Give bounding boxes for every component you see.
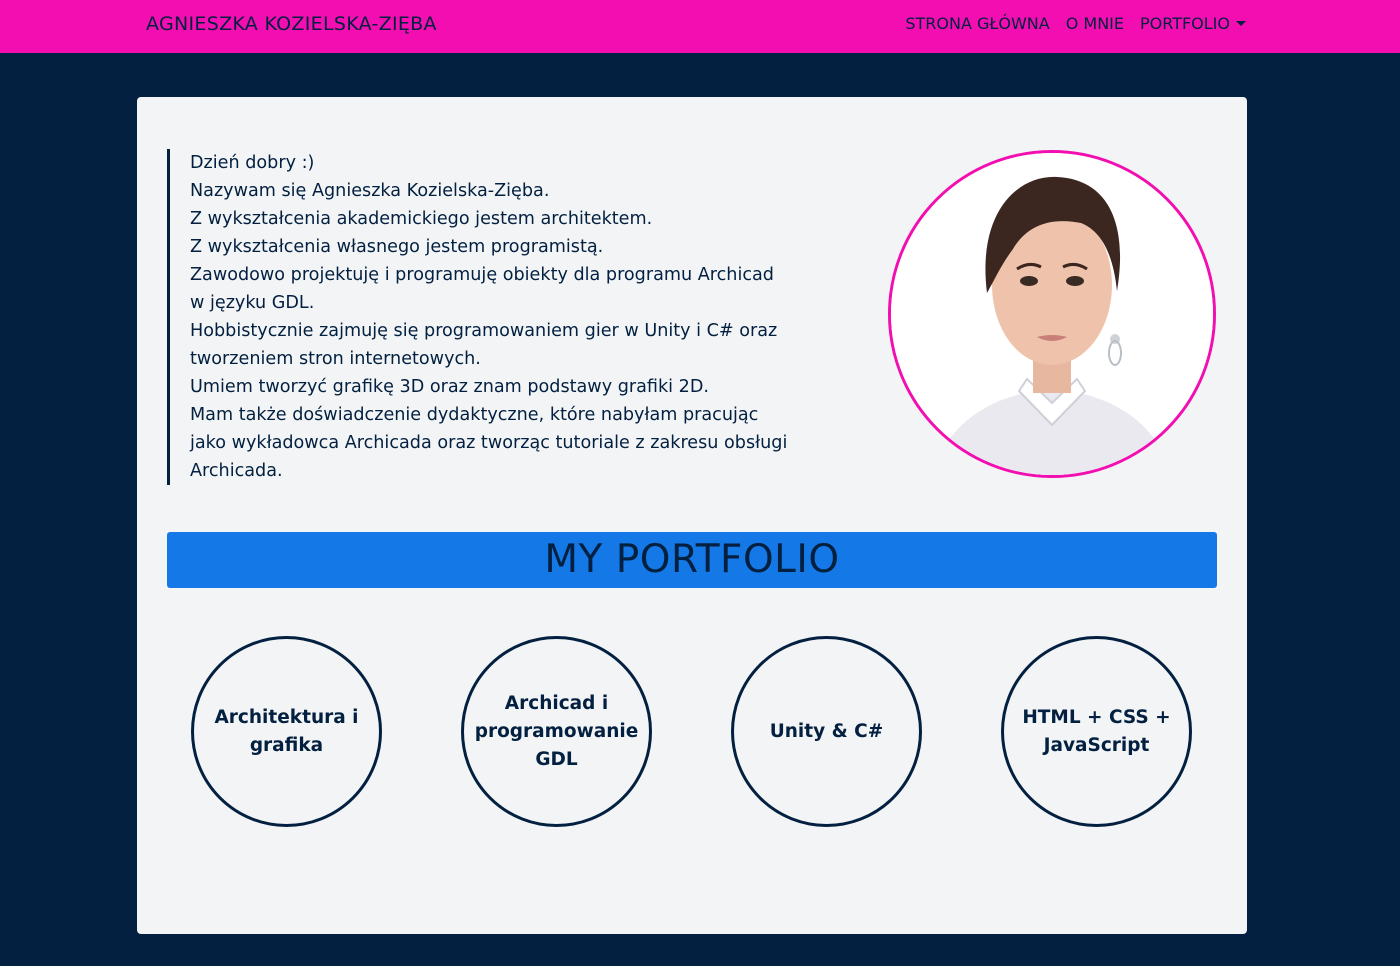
intro-line: Hobbistycznie zajmuję się programowaniem… — [190, 321, 778, 341]
portfolio-title: MY PORTFOLIO — [544, 537, 840, 582]
profile-photo — [888, 150, 1216, 478]
portfolio-item-unity-csharp[interactable]: Unity & C# — [731, 636, 922, 827]
portfolio-item-label: HTML + CSS + JavaScript — [1022, 706, 1171, 756]
portfolio-banner: MY PORTFOLIO — [167, 532, 1217, 588]
intro-line: w języku GDL. — [190, 293, 315, 313]
portfolio-item-archicad-gdl[interactable]: Archicad i programowanie GDL — [461, 636, 652, 827]
intro-line: Mam także doświadczenie dydaktyczne, któ… — [190, 405, 759, 425]
portfolio-item-html-css-js[interactable]: HTML + CSS + JavaScript — [1001, 636, 1192, 827]
intro-line: Umiem tworzyć grafikę 3D oraz znam podst… — [190, 377, 709, 397]
nav-link-home[interactable]: STRONA GŁÓWNA — [905, 14, 1049, 33]
brand-link[interactable]: AGNIESZKA KOZIELSKA-ZIĘBA — [146, 13, 437, 35]
top-navbar: AGNIESZKA KOZIELSKA-ZIĘBA STRONA GŁÓWNA … — [0, 0, 1400, 53]
intro-blockquote: Dzień dobry :) Nazywam się Agnieszka Koz… — [167, 149, 857, 485]
intro-line: Z wykształcenia własnego jestem programi… — [190, 237, 604, 257]
portfolio-item-label: Architektura i grafika — [214, 706, 359, 756]
portfolio-item-architecture[interactable]: Architektura i grafika — [191, 636, 382, 827]
intro-line: Dzień dobry :) — [190, 153, 315, 173]
intro-line: Z wykształcenia akademickiego jestem arc… — [190, 209, 653, 229]
nav-link-about[interactable]: O MNIE — [1066, 14, 1124, 33]
intro-line: jako wykładowca Archicada oraz tworząc t… — [190, 433, 788, 453]
portfolio-item-label: Archicad i programowanie GDL — [474, 692, 639, 770]
caret-down-icon — [1236, 21, 1246, 26]
intro-line: Archicada. — [190, 461, 283, 481]
nav-links: STRONA GŁÓWNA O MNIE PORTFOLIO — [889, 14, 1246, 33]
intro-line: Zawodowo projektuję i programuję obiekty… — [190, 265, 774, 285]
intro-line: Nazywam się Agnieszka Kozielska-Zięba. — [190, 181, 550, 201]
portrait-image — [891, 153, 1213, 475]
nav-link-portfolio-label: PORTFOLIO — [1140, 14, 1230, 33]
content-card: Dzień dobry :) Nazywam się Agnieszka Koz… — [137, 97, 1247, 934]
portfolio-item-label: Unity & C# — [769, 720, 884, 742]
intro-line: tworzeniem stron internetowych. — [190, 349, 481, 369]
nav-link-portfolio-dropdown[interactable]: PORTFOLIO — [1140, 14, 1246, 33]
